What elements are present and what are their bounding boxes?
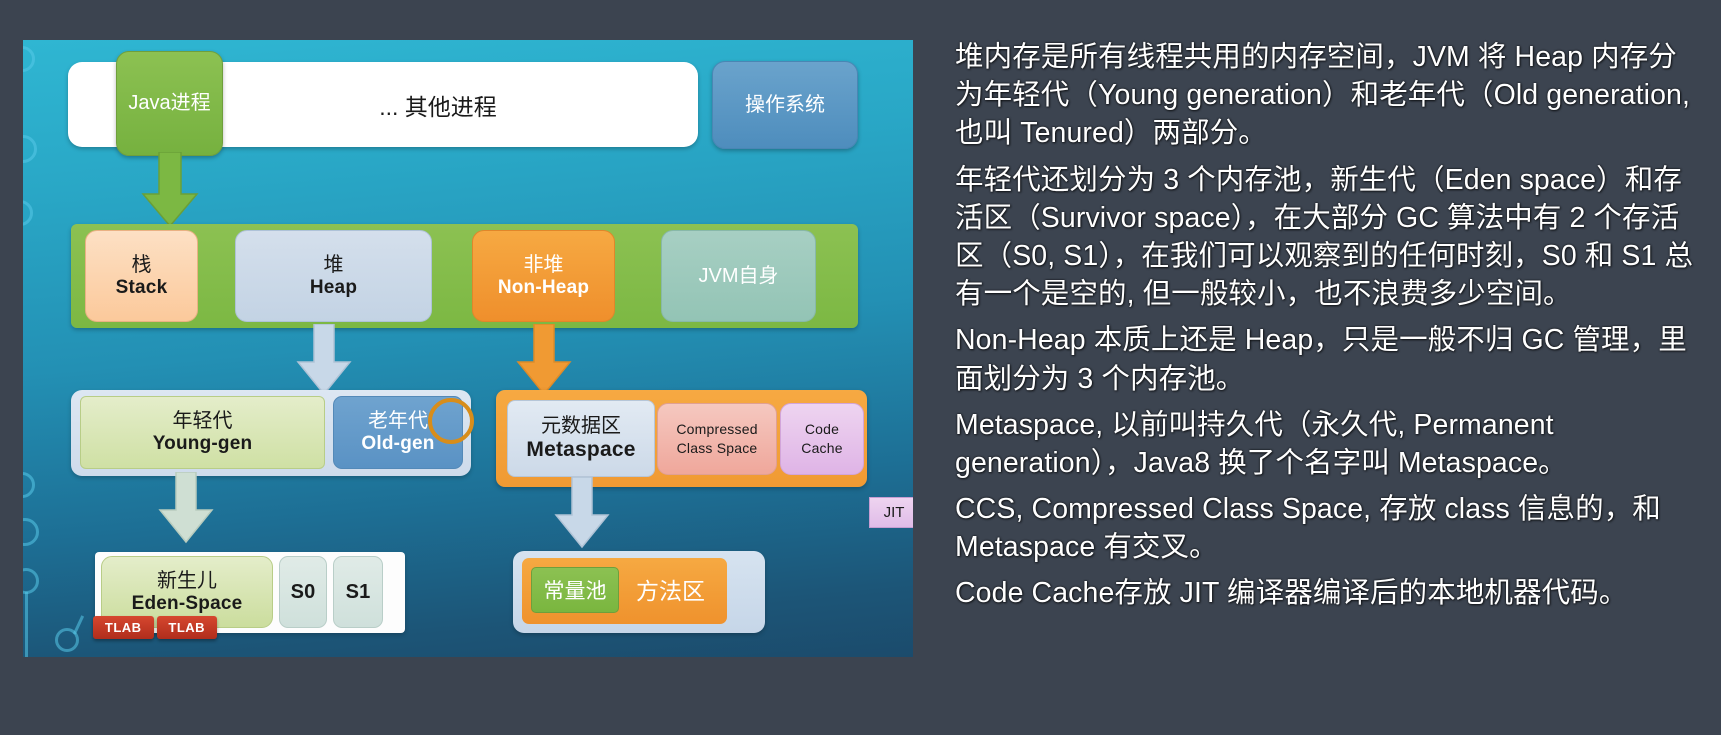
decor-stem-icon [25,592,28,657]
decor-bubble-icon [23,568,39,594]
tlab-badge-2[interactable]: TLAB [156,616,217,639]
method-area-label: 方法区 [636,578,705,604]
operating-system-box[interactable]: 操作系统 [712,61,858,149]
note-paragraph: Code Cache存放 JIT 编译器编译后的本地机器代码。 [955,577,1628,610]
arrow-metaspace-to-method-area-icon [554,477,610,549]
note-paragraph: Metaspace, 以前叫持久代（永久代, Permanent generat… [955,408,1567,479]
survivor-1-box[interactable]: S1 [333,556,383,628]
heap-label-en: Heap [309,276,358,298]
heap-box[interactable]: 堆 Heap [235,230,432,322]
young-gen-label-cn: 年轻代 [172,410,233,433]
arrow-heap-to-generations-icon [296,324,352,396]
explanation-panel: 堆内存是所有线程共用的内存空间，JVM 将 Heap 内存分为年轻代（Young… [955,38,1700,708]
old-gen-label-cn: 老年代 [368,410,428,433]
non-heap-label-en: Non-Heap [497,276,590,298]
heap-label-cn: 堆 [323,253,344,276]
screen: ... 其他进程 Java进程 操作系统 栈 Stack 堆 Heap 非堆 N… [0,0,1721,735]
note-paragraph: Non-Heap 本质上还是 Heap，只是一般不归 GC 管理，里面划分为 3… [955,324,1687,395]
decor-bubble-icon [23,518,39,546]
java-process-box[interactable]: Java进程 [116,51,223,156]
arrow-young-to-eden-icon [158,472,214,544]
code-cache-label-line2: Cache [801,440,843,456]
metaspace-label-cn: 元数据区 [541,414,621,437]
tlab-badge-row: TLAB TLAB [93,616,217,639]
note-paragraph: 堆内存是所有线程共用的内存空间，JVM 将 Heap 内存分为年轻代（Young… [955,41,1690,150]
ccs-label-line1: Compressed [676,421,758,438]
decor-bubble-icon [23,200,33,226]
operating-system-label: 操作系统 [745,93,825,116]
arrow-java-to-memory-icon [141,152,199,228]
note-paragraph: 年轻代还划分为 3 个内存池，新生代（Eden space）和存活区（Survi… [955,163,1694,311]
old-gen-label-en: Old-gen [361,433,435,455]
young-gen-box[interactable]: 年轻代 Young-gen [80,396,325,469]
young-gen-label-en: Young-gen [152,433,253,455]
code-cache-label-line1: Code [804,421,840,438]
ccs-label-line2: Class Space [676,440,758,456]
tlab-badge-1[interactable]: TLAB [93,616,154,639]
code-cache-box[interactable]: Code Cache [780,403,864,475]
eden-label-en: Eden-Space [131,592,243,614]
decor-bubble-icon [23,135,37,163]
survivor-1-label: S1 [345,580,371,603]
stack-label-cn: 栈 [131,253,152,276]
decor-bubble-icon [23,46,35,72]
non-heap-box[interactable]: 非堆 Non-Heap [472,230,615,322]
old-gen-highlight-circle [428,398,474,444]
other-processes-label: ... 其他进程 [379,93,497,120]
stack-label-en: Stack [115,276,168,298]
constant-pool-box[interactable]: 常量池 [531,567,619,613]
jit-badge[interactable]: JIT [869,497,913,528]
metaspace-label-en: Metaspace [526,437,636,461]
note-paragraph: CCS, Compressed Class Space, 存放 class 信息… [955,493,1661,564]
non-heap-label-cn: 非堆 [523,253,564,276]
stack-box[interactable]: 栈 Stack [85,230,198,322]
arrow-nonheap-to-metaspace-icon [516,324,572,396]
decor-stem-icon [72,615,85,635]
survivor-0-label: S0 [290,580,316,603]
metaspace-box[interactable]: 元数据区 Metaspace [507,400,655,477]
decor-bubble-icon [23,472,35,498]
eden-label-cn: 新生儿 [157,569,217,592]
jvm-self-label: JVM自身 [698,264,779,287]
compressed-class-space-box[interactable]: Compressed Class Space [657,403,777,475]
java-process-label: Java进程 [128,92,211,114]
jvm-memory-diagram: ... 其他进程 Java进程 操作系统 栈 Stack 堆 Heap 非堆 N… [23,40,913,657]
jvm-self-box[interactable]: JVM自身 [661,230,816,322]
survivor-0-box[interactable]: S0 [279,556,327,628]
